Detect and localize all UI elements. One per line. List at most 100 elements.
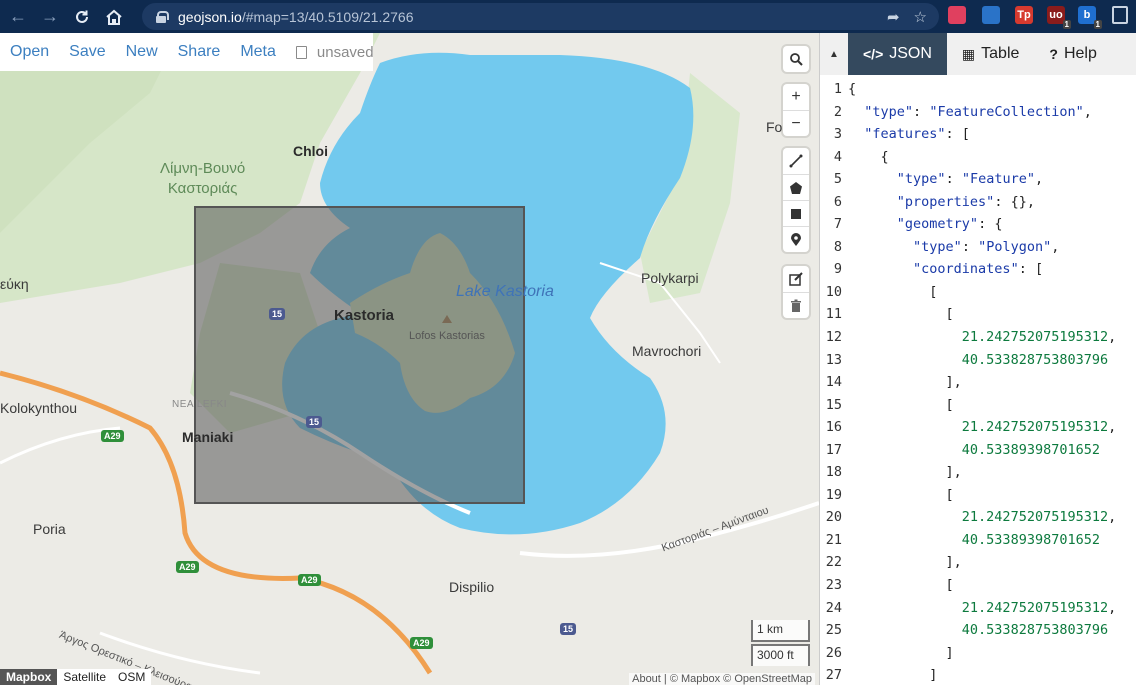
line-code: 40.533828753803796 (961, 351, 1109, 368)
attribution[interactable]: About | © Mapbox © OpenStreetMap (629, 673, 815, 685)
collapse-pane-icon[interactable]: ▲ (820, 33, 848, 75)
draw-rectangle-icon[interactable] (783, 200, 809, 226)
code-line[interactable]: 8 "type": "Polygon", (820, 236, 1136, 259)
draw-line-icon[interactable] (783, 148, 809, 174)
fo-label: Fo (766, 119, 783, 135)
code-line[interactable]: 1{ (820, 78, 1136, 101)
code-line[interactable]: 16 21.242752075195312, (820, 416, 1136, 439)
menu-icon[interactable] (1112, 6, 1128, 24)
code-line[interactable]: 26 ] (820, 642, 1136, 665)
drawn-polygon[interactable] (194, 206, 525, 504)
code-line[interactable]: 5 "type": "Feature", (820, 168, 1136, 191)
code-line[interactable]: 14 ], (820, 371, 1136, 394)
line-code: ], (848, 374, 962, 391)
line-number: 13 (825, 351, 842, 368)
edit-icon[interactable] (783, 266, 809, 292)
ublock-icon[interactable]: uo 1 (1047, 6, 1071, 29)
code-line[interactable]: 22 ], (820, 551, 1136, 574)
line-code: { (848, 148, 889, 165)
json-editor[interactable]: 1{2 "type": "FeatureCollection", 3 "featu… (820, 78, 1136, 685)
layer-satellite[interactable]: Satellite (57, 669, 113, 685)
eukn-label: εύκη (0, 276, 29, 292)
menu-meta[interactable]: Meta (240, 43, 276, 61)
file-status: unsaved (295, 44, 374, 61)
code-line[interactable]: 24 21.242752075195312, (820, 597, 1136, 620)
tab-json[interactable]: </> JSON (848, 33, 947, 75)
layer-osm[interactable]: OSM (112, 669, 152, 685)
line-code: ], (848, 464, 962, 481)
search-icon[interactable] (783, 46, 809, 72)
search-control[interactable] (783, 46, 809, 72)
reload-icon[interactable] (68, 3, 96, 31)
code-line[interactable]: 13 40.533828753803796 (820, 349, 1136, 372)
layer-mapbox[interactable]: Mapbox (0, 669, 58, 685)
line-number: 10 (825, 283, 842, 300)
code-icon: </> (863, 46, 884, 62)
menu-save[interactable]: Save (69, 43, 105, 61)
code-line[interactable]: 12 21.242752075195312, (820, 326, 1136, 349)
code-line[interactable]: 11 [ (820, 303, 1136, 326)
url-path: /#map=13/40.5109/21.2766 (241, 8, 414, 25)
peak-icon (442, 315, 452, 323)
menu-new[interactable]: New (126, 43, 158, 61)
line-code: 21.242752075195312, (961, 419, 1117, 436)
line-code: "geometry": { (896, 216, 1003, 233)
menu-share[interactable]: Share (178, 43, 221, 61)
code-line[interactable]: 27 ] (820, 664, 1136, 687)
tab-help[interactable]: ? Help (1034, 33, 1111, 75)
code-line[interactable]: 19 [ (820, 484, 1136, 507)
code-line[interactable]: 2 "type": "FeatureCollection", (820, 101, 1136, 124)
line-number: 6 (833, 193, 842, 210)
road-shield-a29: A29 (410, 637, 433, 649)
line-number: 15 (825, 396, 842, 413)
code-line[interactable]: 18 ], (820, 461, 1136, 484)
line-code: "type": "Polygon", (913, 238, 1060, 255)
line-number: 24 (825, 599, 842, 616)
draw-polygon-icon[interactable] (783, 174, 809, 200)
code-line[interactable]: 17 40.53389398701652 (820, 439, 1136, 462)
code-line[interactable]: 25 40.533828753803796 (820, 619, 1136, 642)
back-icon[interactable]: ← (4, 3, 32, 31)
line-number: 1 (833, 81, 842, 97)
line-code: 40.533828753803796 (961, 622, 1109, 639)
code-line[interactable]: 15 [ (820, 394, 1136, 417)
line-code: [ (848, 396, 954, 413)
zoom-out-button[interactable]: − (783, 110, 809, 136)
line-number: 25 (825, 622, 842, 639)
code-line[interactable]: 23 [ (820, 574, 1136, 597)
ext-blue-icon[interactable] (982, 6, 1000, 24)
line-number: 5 (833, 171, 842, 188)
line-number: 9 (833, 261, 842, 278)
mavrochori-label: Mavrochori (632, 343, 702, 359)
line-code: ] (848, 644, 954, 661)
line-number: 7 (833, 216, 842, 233)
map[interactable]: Λίμνη-Βουνό Καστοριάς Chloi Kastoria Lak… (0, 33, 819, 685)
url-host: geojson.io (178, 8, 242, 25)
tp-icon[interactable]: Tp (1015, 6, 1033, 24)
draw-marker-icon[interactable] (783, 226, 809, 252)
zoom-in-button[interactable]: + (783, 84, 809, 110)
code-line[interactable]: 4 { (820, 146, 1136, 169)
code-line[interactable]: 7 "geometry": { (820, 213, 1136, 236)
delete-icon[interactable] (783, 292, 809, 318)
code-line[interactable]: 6 "properties": {}, (820, 191, 1136, 214)
home-icon[interactable] (100, 3, 128, 31)
line-code: "type": "FeatureCollection", (864, 103, 1092, 120)
share-icon[interactable]: ➦ (887, 8, 900, 26)
tab-table[interactable]: ▦ Table (947, 33, 1034, 75)
address-bar[interactable]: geojson.io/#map=13/40.5109/21.2766 ➦ ☆ (142, 3, 939, 30)
code-line[interactable]: 3 "features": [ (820, 123, 1136, 146)
menu-open[interactable]: Open (10, 43, 49, 61)
line-number: 16 (825, 419, 842, 436)
code-line[interactable]: 21 40.53389398701652 (820, 529, 1136, 552)
forward-icon[interactable]: → (36, 3, 64, 31)
code-line[interactable]: 20 21.242752075195312, (820, 506, 1136, 529)
bookmark-star-icon[interactable]: ☆ (914, 8, 927, 26)
line-number: 20 (825, 509, 842, 526)
code-line[interactable]: 10 [ (820, 281, 1136, 304)
code-line[interactable]: 9 "coordinates": [ (820, 258, 1136, 281)
line-code: "features": [ (864, 126, 970, 143)
kastoria-label: Kastoria (334, 307, 395, 324)
pocket-icon[interactable] (948, 6, 966, 24)
ext-lab-icon[interactable]: b1 (1078, 6, 1102, 29)
